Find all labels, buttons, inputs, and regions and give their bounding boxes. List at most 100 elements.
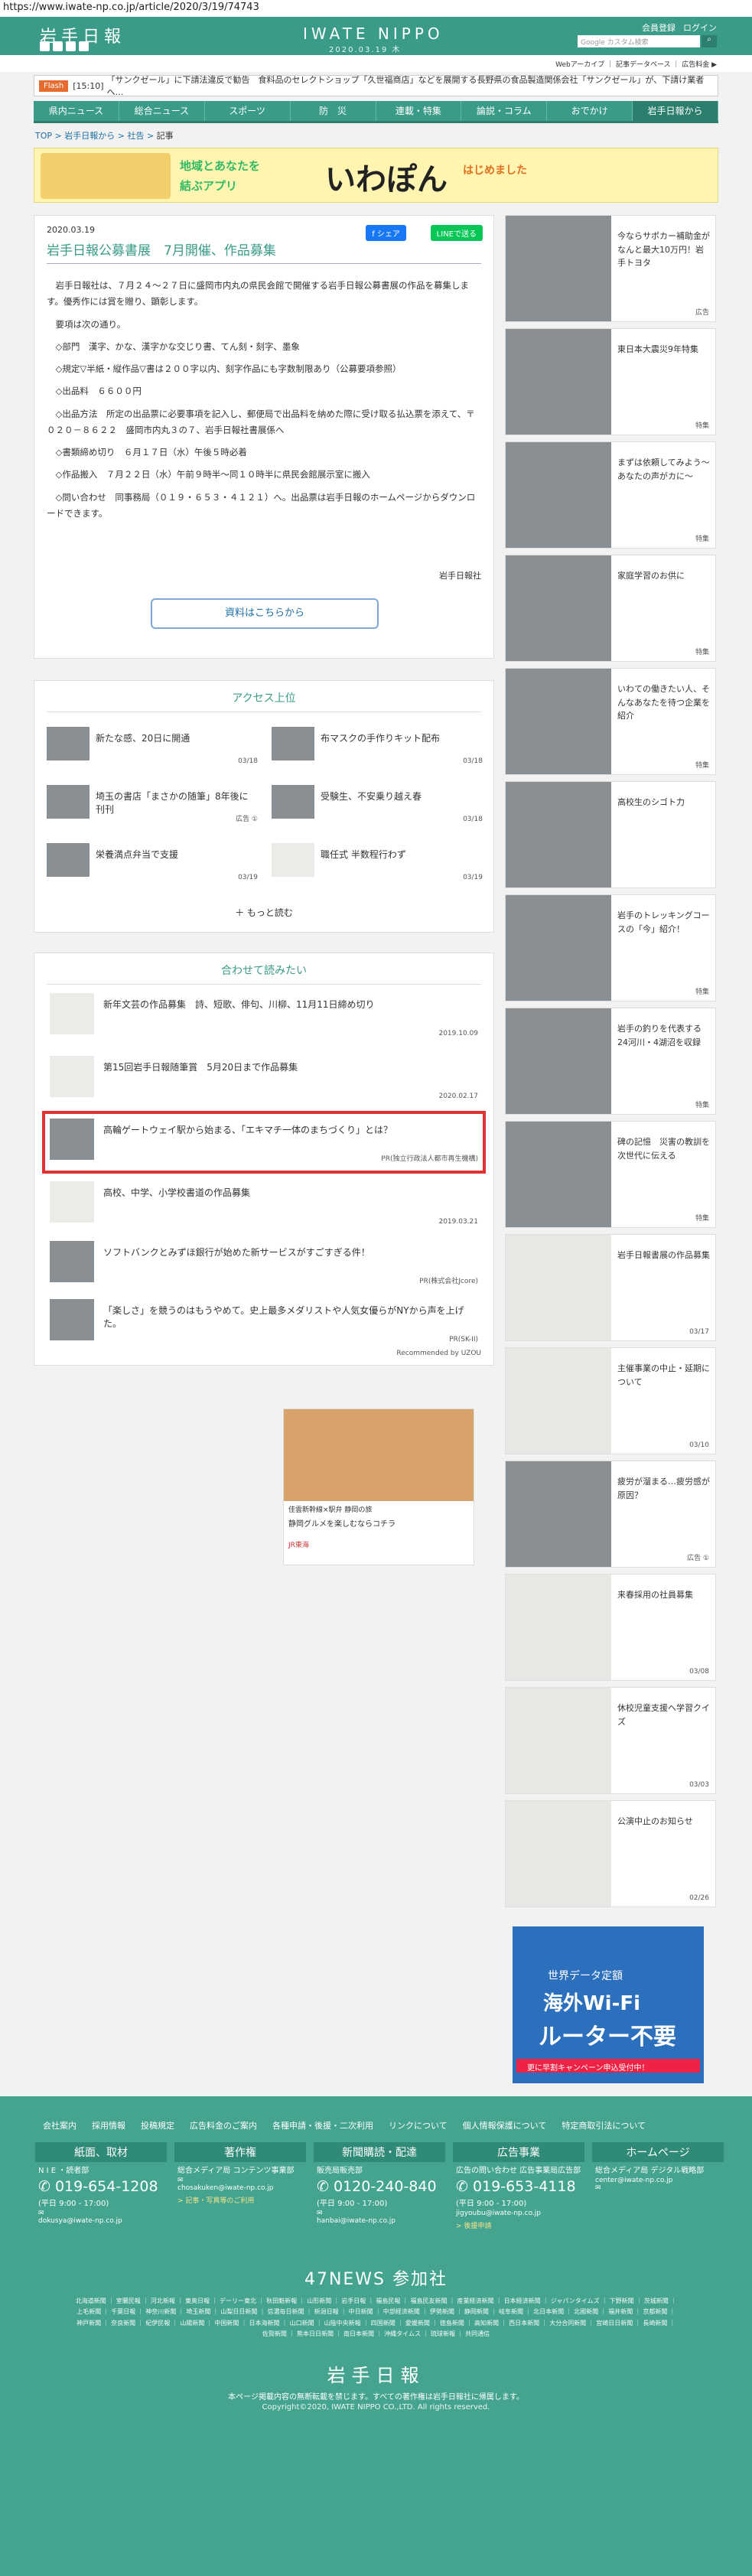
footer-link[interactable]: 各種申請・後援・二次利用 xyxy=(272,2119,373,2131)
nav-features[interactable]: 連載・特集 xyxy=(376,101,462,121)
side-tag: 02/26 xyxy=(689,1894,709,1902)
footer-link[interactable]: 特定商取引法について xyxy=(562,2119,646,2131)
side-item[interactable]: 今ならサポカー補助金がなんと最大10万円！岩手トヨタ 広告 xyxy=(505,215,716,322)
breadcrumb-from-iwate[interactable]: 岩手日報から xyxy=(64,131,115,141)
sponsorship-link[interactable]: > 後援申請 xyxy=(453,2220,584,2230)
phone-number[interactable]: ✆ 019-653-4118 xyxy=(453,2178,584,2195)
nav-disaster[interactable]: 防 災 xyxy=(291,101,376,121)
ranking-item[interactable]: 新たな感、20日に開通 03/18 xyxy=(47,727,258,767)
line-icon[interactable] xyxy=(66,41,76,51)
side-item[interactable]: 岩手のトレッキングコースの「今」紹介！ 特集 xyxy=(505,894,716,1001)
contact-email[interactable]: jigyoubu@iwate-np.co.jp xyxy=(453,2210,584,2217)
side-thumbnail xyxy=(506,555,611,661)
mail-icon[interactable]: ✉ xyxy=(592,2184,724,2192)
mail-icon[interactable]: ✉ xyxy=(174,2177,306,2184)
contact-email[interactable]: hanbai@iwate-np.co.jp xyxy=(314,2217,445,2225)
footer-link[interactable]: リンクについて xyxy=(389,2119,448,2131)
facebook-icon[interactable] xyxy=(40,41,50,51)
footer-link[interactable]: 採用情報 xyxy=(92,2119,125,2131)
side-item[interactable]: 家庭学習のお供に 特集 xyxy=(505,555,716,662)
nav-local-news[interactable]: 県内ニュース xyxy=(34,101,119,121)
side-thumbnail xyxy=(506,1461,611,1567)
side-item[interactable]: 疲労が溜まる…疲労感が原因？ 広告 ① xyxy=(505,1461,716,1568)
app-banner[interactable]: 地域とあなたを 結ぶアプリ いわぽん はじめました xyxy=(34,148,718,203)
search-input[interactable]: Google カスタム検索 xyxy=(578,35,700,47)
contact-column: ホームページ 総合メディア局 デジタル戦略部 center@iwate-np.c… xyxy=(592,2142,724,2230)
footer-logo[interactable]: 岩手日報 xyxy=(0,2360,752,2387)
ranking-item[interactable]: 受験生、不安乗り越え春 03/18 xyxy=(272,785,483,825)
sub-nav[interactable]: Webアーカイブ ｜ 記事データベース ｜ 広告料金 ▶ xyxy=(0,55,752,72)
ad-line1: 佳雲新幹線×駅弁 静岡の旅 xyxy=(288,1506,373,1514)
nav-from-iwate-nippo[interactable]: 岩手日報から xyxy=(633,101,718,121)
article-paragraph: ◇規定▽半紙・縦作品▽書は２００字以内、刻字作品にも字数制限あり（公募要項参照） xyxy=(55,363,402,375)
related-item[interactable]: 高校、中学、小学校書道の作品募集 2019.03.21 xyxy=(50,1181,478,1229)
phone-number[interactable]: ✆ 0120-240-840 xyxy=(314,2178,445,2195)
side-item[interactable]: 来春採用の社員募集 03/08 xyxy=(505,1574,716,1681)
side-item[interactable]: 主催事業の中止・延期について 03/10 xyxy=(505,1347,716,1454)
side-item[interactable]: 碑の記憶 災害の教訓を次世代に伝える 特集 xyxy=(505,1121,716,1228)
contact-email[interactable]: center@iwate-np.co.jp xyxy=(592,2177,724,2184)
phone-number[interactable]: ✆ 019-654-1208 xyxy=(35,2178,167,2195)
related-item[interactable]: 「楽しさ」を競うのはもうやめて。史上最多メダリストや人気女優らがNYから声を上げ… xyxy=(50,1299,478,1347)
usage-link[interactable]: > 記事・写真等のご利用 xyxy=(174,2195,306,2205)
contact-email[interactable]: dokusya@iwate-np.co.jp xyxy=(35,2217,167,2225)
related-text: 第15回岩手日報随筆賞 5月20日まで作品募集 xyxy=(103,1062,298,1073)
news47-members[interactable]: 北海道新聞 ｜ 室蘭民報 ｜ 河北新報 ｜ 東奥日報 ｜ デーリー東北 ｜ 秋田… xyxy=(0,2290,752,2340)
related-item[interactable]: 第15回岩手日報随筆賞 5月20日まで作品募集 2020.02.17 xyxy=(50,1056,478,1103)
url-bar[interactable]: https://www.iwate-np.co.jp/article/2020/… xyxy=(0,0,752,17)
article: 2020.03.19 f シェア LINEで送る 岩手日報公募書展 7月開催、作… xyxy=(34,215,494,659)
instagram-icon[interactable] xyxy=(79,41,89,51)
related-date: 2019.10.09 xyxy=(438,1030,478,1037)
read-more-button[interactable]: ＋ もっと読む xyxy=(34,906,493,919)
side-item[interactable]: まずは依頼してみよう～あなたの声がカに～ 特集 xyxy=(505,441,716,549)
ranking-item[interactable]: 職任式 半数程行わず 03/19 xyxy=(272,843,483,883)
member-register-link[interactable]: 会員登録 xyxy=(642,21,675,34)
side-item[interactable]: 公演中止のお知らせ 02/26 xyxy=(505,1800,716,1907)
breadcrumb-top[interactable]: TOP xyxy=(35,131,52,141)
related-item[interactable]: 新年文芸の作品募集 詩、短歌、俳句、川柳、11月11日締め切り 2019.10.… xyxy=(50,993,478,1040)
related-thumbnail xyxy=(50,1241,94,1282)
related-thumbnail xyxy=(50,1119,94,1160)
side-item[interactable]: 東日本大震災9年特集 特集 xyxy=(505,328,716,435)
contact-email[interactable]: chosakuken@iwate-np.co.jp xyxy=(174,2184,306,2192)
search-icon[interactable]: ⌕ xyxy=(702,35,717,47)
line-share-button[interactable]: LINEで送る xyxy=(430,225,483,241)
facebook-share-button[interactable]: f シェア xyxy=(366,225,406,241)
header-date: 2020.03.19 木 xyxy=(329,46,402,54)
side-item[interactable]: 高校生のシゴト力 xyxy=(505,781,716,888)
related-item-highlighted[interactable]: 高輪ゲートウェイ駅から始まる、「エキマチ一体のまちづくり」とは？ PR(独立行政… xyxy=(42,1111,486,1174)
related-item[interactable]: ソフトバンクとみずほ銀行が始めた新サービスがすごすぎる件！ PR(株式会社Jco… xyxy=(50,1241,478,1288)
mail-icon[interactable]: ✉ xyxy=(35,2210,167,2217)
nav-sports[interactable]: スポーツ xyxy=(205,101,291,121)
side-item[interactable]: 岩手の釣りを代表する24河川・4湖沼を収録 特集 xyxy=(505,1008,716,1115)
footer-link[interactable]: 会社案内 xyxy=(43,2119,77,2131)
footer-link[interactable]: 投稿規定 xyxy=(141,2119,174,2131)
wifi-advertisement[interactable]: 世界データ定額 海外Wi-Fi ルーター不要 更に早割キャンペーン申込受付中！ xyxy=(513,1926,704,2083)
side-item[interactable]: いわての働きたい人、そんなあなたを待つ企業を紹介 特集 xyxy=(505,668,716,775)
nav-columns[interactable]: 論説・コラム xyxy=(461,101,548,121)
mail-icon[interactable]: ✉ xyxy=(314,2210,445,2217)
ranking-item[interactable]: 埼玉の書店「まさかの随筆」8年後に刊刊 広告 ① xyxy=(47,785,258,825)
twitter-icon[interactable] xyxy=(53,41,63,51)
breadcrumb-notice[interactable]: 社告 xyxy=(127,131,144,141)
ranking-item[interactable]: 布マスクの手作りキット配布 03/18 xyxy=(272,727,483,767)
side-item[interactable]: 岩手日報書展の作品募集 03/17 xyxy=(505,1234,716,1341)
advertisement[interactable]: 佳雲新幹線×駅弁 静岡の旅 静岡グルメを楽しむならコチラ JR東海 xyxy=(283,1408,474,1565)
materials-button[interactable]: 資料はこちらから xyxy=(151,598,379,629)
left-column: 2020.03.19 f シェア LINEで送る 岩手日報公募書展 7月開催、作… xyxy=(34,215,494,1565)
recommended-by[interactable]: Recommended by UZOU xyxy=(396,1350,481,1357)
footer-link[interactable]: 個人情報保護について xyxy=(463,2119,547,2131)
nav-general-news[interactable]: 総合ニュース xyxy=(119,101,205,121)
article-paragraph: ◇出品料 ６６００円 xyxy=(55,386,142,397)
breadcrumb-current: 記事 xyxy=(156,131,174,141)
flash-badge: Flash xyxy=(39,80,69,92)
login-link[interactable]: ログイン xyxy=(683,21,717,34)
flash-ticker[interactable]: Flash [15:10] 「サンクゼール」に下請法違反で勧告 食料品のセレクト… xyxy=(34,73,718,98)
ranking-item[interactable]: 栄養満点弁当で支援 03/19 xyxy=(47,843,258,883)
footer-link[interactable]: 広告料金のご案内 xyxy=(190,2119,257,2131)
contact-hours: (平日 9:00 - 17:00) xyxy=(456,2200,527,2208)
nav-outing[interactable]: おでかけ xyxy=(547,101,633,121)
flash-text[interactable]: 「サンクゼール」に下請法違反で勧告 食料品のセレクトショップ「久世福商店」などを… xyxy=(107,73,718,98)
side-item[interactable]: 休校児童支援へ学習クイズ 03/03 xyxy=(505,1687,716,1794)
ranking-text: 埼玉の書店「まさかの随筆」8年後に刊刊 xyxy=(96,791,249,815)
